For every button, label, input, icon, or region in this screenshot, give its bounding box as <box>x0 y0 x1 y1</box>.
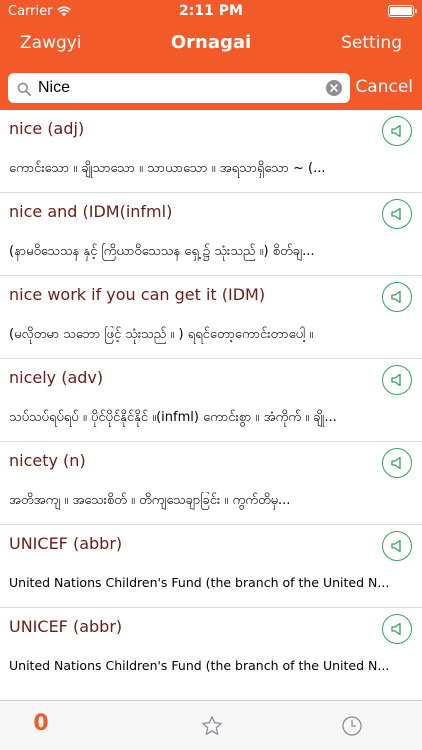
speaker-icon <box>391 290 401 304</box>
entry-headword: nicely (adv) <box>9 368 104 387</box>
clear-icon[interactable] <box>326 80 342 96</box>
entry-definition: ကောင်းသော ။ ချိုသာသော ။ သာယာသော ။ အရသာရှ… <box>9 161 326 176</box>
speaker-icon <box>391 124 401 138</box>
search-tab-label: 0 <box>33 711 49 736</box>
entry-headword: nicety (n) <box>9 451 86 470</box>
cancel-button[interactable]: Cancel <box>355 77 413 97</box>
status-time: 2:11 PM <box>179 3 243 19</box>
setting-button[interactable]: Setting <box>341 33 402 53</box>
speaker-icon <box>391 622 401 636</box>
search-icon <box>17 81 31 96</box>
tab-bar: 0 <box>0 700 422 750</box>
search-bar: Cancel <box>0 66 422 110</box>
clock-icon <box>342 716 362 736</box>
battery-level <box>390 7 412 15</box>
entry-definition: သပ်သပ်ရပ်ရပ် ။ ပိုင်ပိုင်နိုင်နိုင် ။(in… <box>9 410 337 425</box>
result-row[interactable]: nicely (adv) သပ်သပ်ရပ်ရပ် ။ ပိုင်ပိုင်နို… <box>0 359 422 442</box>
entry-definition: United Nations Children's Fund (the bran… <box>9 575 390 590</box>
entry-headword: nice work if you can get it (IDM) <box>9 285 266 304</box>
speaker-button[interactable] <box>382 531 412 561</box>
nav-bar: Zawgyi Ornagai Setting <box>0 22 422 66</box>
entry-definition: အတိအကျ ။ အသေးစိတ် ။ တိကျသေချာခြင်း ။ ကွက… <box>9 493 291 508</box>
result-row[interactable]: UNICEF (abbr) United Nations Children's F… <box>0 525 422 608</box>
header: Carrier 2:11 PM Zawgyi Ornagai Setting N… <box>0 0 422 110</box>
speaker-button[interactable] <box>382 614 412 644</box>
search-field[interactable] <box>8 73 350 103</box>
result-row[interactable]: UNICEF (abbr) United Nations Children's F… <box>0 608 422 691</box>
entry-headword: UNICEF (abbr) <box>9 617 123 636</box>
result-row[interactable]: nice (adj) ကောင်းသော ။ ချိုသာသော ။ သာယာသေ… <box>0 110 422 193</box>
speaker-icon <box>391 456 401 470</box>
entry-headword: UNICEF (abbr) <box>9 534 123 553</box>
zawgyi-button[interactable]: Zawgyi <box>20 33 82 53</box>
tab-history[interactable] <box>321 701 381 750</box>
speaker-button[interactable] <box>382 116 412 146</box>
tab-favorites[interactable] <box>181 701 241 750</box>
results-list: nice (adj) ကောင်းသော ။ ချိုသာသော ။ သာယာသေ… <box>0 110 422 700</box>
entry-headword: nice and (IDM(infml) <box>9 202 173 221</box>
speaker-icon <box>391 539 401 553</box>
entry-headword: nice (adj) <box>9 119 85 138</box>
result-row[interactable]: nice and (IDM(infml) (နာမဝိသေသန နှင့် ကြိ… <box>0 193 422 276</box>
entry-definition: United Nations Children's Fund (the bran… <box>9 658 390 673</box>
status-bar: Carrier 2:11 PM <box>0 0 422 22</box>
tab-search[interactable]: 0 <box>11 701 71 750</box>
speaker-button[interactable] <box>382 365 412 395</box>
speaker-button[interactable] <box>382 199 412 229</box>
speaker-button[interactable] <box>382 448 412 478</box>
battery-icon <box>388 5 417 17</box>
result-row[interactable]: nice work if you can get it (IDM) (မလိုတမ… <box>0 276 422 359</box>
search-input[interactable] <box>38 76 318 100</box>
speaker-icon <box>391 373 401 387</box>
entry-definition: (မလိုတမာ သဘော ဖြင့် သုံးသည် ။ ) ရရင်တော့… <box>9 327 314 342</box>
speaker-icon <box>391 207 401 221</box>
star-icon <box>202 716 222 735</box>
result-row[interactable]: nicety (n) အတိအကျ ။ အသေးစိတ် ။ တိကျသေချာခ… <box>0 442 422 525</box>
speaker-button[interactable] <box>382 282 412 312</box>
entry-definition: (နာမဝိသေသန နှင့် ကြိယာဝိသေသန ရှေ့ ၌ သုံး… <box>9 244 315 259</box>
